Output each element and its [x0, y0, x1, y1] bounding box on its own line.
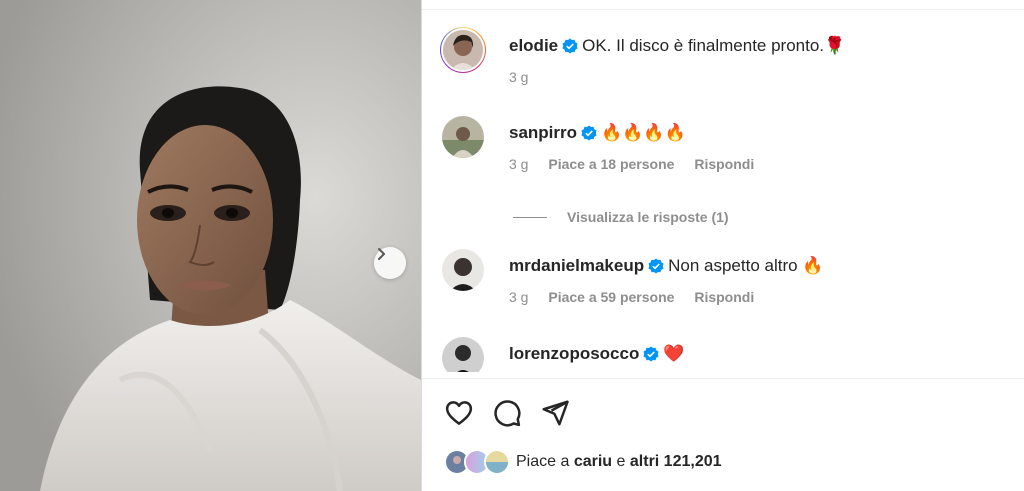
avatar[interactable] — [442, 249, 484, 291]
comment-username[interactable]: sanpirro — [509, 123, 577, 142]
heart-icon — [445, 401, 473, 425]
avatar — [484, 449, 510, 475]
next-photo-button[interactable] — [374, 247, 406, 279]
comment-text: OK. Il disco è finalmente pronto.🌹 — [582, 36, 846, 55]
verified-badge-icon — [648, 258, 664, 280]
comment-username[interactable]: elodie — [509, 36, 558, 55]
likes-summary: Piace a cariu e altri 121,201 — [444, 449, 722, 475]
replies-dash — [513, 216, 547, 218]
verified-badge-icon — [562, 38, 578, 60]
share-button[interactable] — [538, 396, 572, 430]
comment-time: 3 g — [509, 69, 529, 85]
comment-text: 🔥🔥🔥🔥 — [601, 123, 686, 142]
avatar[interactable] — [442, 116, 484, 158]
comment-username[interactable]: mrdanielmakeup — [509, 256, 644, 275]
post-actions — [442, 396, 572, 430]
verified-badge-icon — [643, 346, 659, 368]
like-button[interactable] — [442, 396, 476, 430]
likes-middle: e — [616, 453, 626, 470]
comment-username[interactable]: lorenzoposocco — [509, 344, 639, 363]
comment-likes-link[interactable]: Piace a 59 persone — [548, 289, 674, 305]
reply-button[interactable]: Rispondi — [694, 289, 754, 305]
view-replies-button[interactable]: Visualizza le risposte (1) — [513, 209, 729, 225]
comments-panel: elodie OK. Il disco è finalmente pronto.🌹… — [422, 0, 1024, 491]
liker-username[interactable]: cariu — [574, 453, 612, 471]
comment-text: ❤️ — [663, 344, 685, 363]
share-icon — [542, 400, 569, 426]
likes-count[interactable]: altri 121,201 — [630, 453, 722, 471]
post-photo — [0, 0, 421, 491]
view-replies-label: Visualizza le risposte (1) — [567, 209, 729, 225]
avatar[interactable] — [440, 27, 486, 73]
comment-time: 3 g — [509, 289, 529, 305]
reply-button[interactable]: Rispondi — [694, 156, 754, 172]
verified-badge-icon — [581, 125, 597, 147]
likes-prefix: Piace a — [516, 453, 570, 470]
avatar[interactable] — [442, 337, 484, 372]
comment-text: Non aspetto altro 🔥 — [668, 256, 824, 275]
comment-icon — [494, 400, 521, 427]
portrait-image — [0, 0, 421, 491]
chevron-right-icon — [378, 248, 385, 260]
actions-divider — [422, 378, 1024, 379]
comment-time: 3 g — [509, 156, 529, 172]
comment-likes-link[interactable]: Piace a 18 persone — [548, 156, 674, 172]
comment-button[interactable] — [490, 396, 524, 430]
liker-avatars[interactable] — [444, 449, 510, 475]
comments-list[interactable]: elodie OK. Il disco è finalmente pronto.🌹… — [422, 10, 1024, 372]
